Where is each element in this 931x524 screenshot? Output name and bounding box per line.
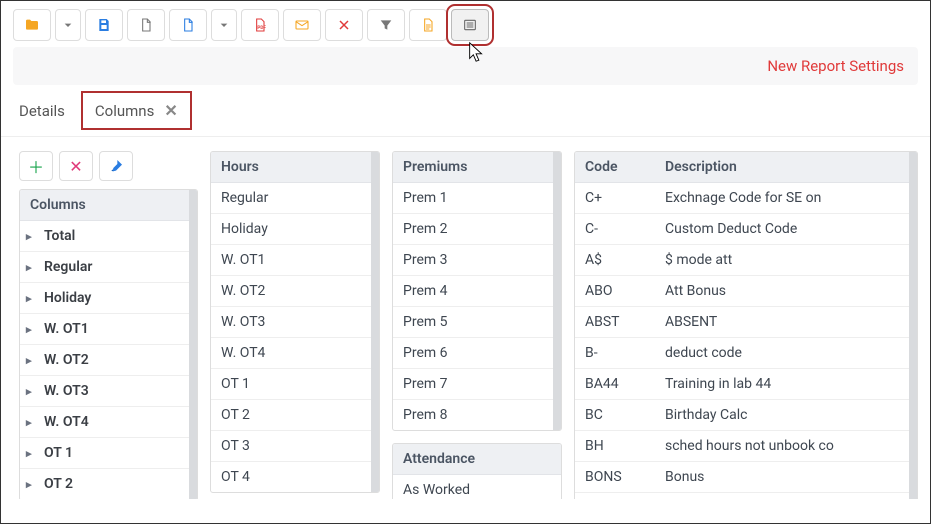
svg-text:PDF: PDF [257, 25, 266, 31]
list-view-button[interactable] [451, 9, 489, 41]
save-button[interactable] [85, 9, 123, 41]
scrollbar[interactable] [189, 190, 197, 499]
hours-header: Hours [211, 152, 379, 183]
table-row[interactable]: B-deduct code [575, 338, 917, 369]
scrollbar[interactable] [909, 152, 917, 499]
tabs: Details Columns ✕ [1, 93, 930, 137]
scrollbar[interactable] [371, 152, 379, 492]
mail-button[interactable] [283, 9, 321, 41]
list-item[interactable]: W. OT3 [211, 307, 379, 338]
list-item[interactable]: Holiday [211, 214, 379, 245]
list-item[interactable]: W. OT1 [211, 245, 379, 276]
list-item[interactable]: Prem 8 [393, 400, 561, 430]
chevron-right-icon: ▸ [26, 447, 38, 460]
table-row[interactable]: BA44Training in lab 44 [575, 369, 917, 400]
list-item[interactable]: Regular [211, 183, 379, 214]
premiums-header: Premiums [393, 152, 561, 183]
chevron-right-icon: ▸ [26, 323, 38, 336]
chevron-right-icon: ▸ [26, 385, 38, 398]
table-row[interactable]: BCBirthday Calc [575, 400, 917, 431]
table-row[interactable]: CALICall In Min Hours General [575, 493, 917, 499]
list-item[interactable]: W. OT4 [211, 338, 379, 369]
add-button[interactable]: ＋ [19, 151, 53, 181]
attendance-panel: Attendance As Worked [392, 443, 562, 499]
table-row[interactable]: A$$ mode att [575, 245, 917, 276]
tree-item[interactable]: ▸Total [20, 221, 197, 252]
table-row[interactable]: ABSTABSENT [575, 307, 917, 338]
list-item[interactable]: OT 4 [211, 462, 379, 492]
table-row[interactable]: BHsched hours not unbook co [575, 431, 917, 462]
columns-tree-header: Columns [20, 190, 197, 221]
file-button[interactable] [127, 9, 165, 41]
tree-item[interactable]: ▸OT 2 [20, 469, 197, 499]
report-settings-banner[interactable]: New Report Settings [13, 47, 918, 85]
tab-columns-label: Columns [95, 102, 154, 120]
main-toolbar: PDF [1, 1, 930, 47]
folder-button[interactable] [13, 9, 51, 41]
list-item[interactable]: Prem 2 [393, 214, 561, 245]
clear-button[interactable] [325, 9, 363, 41]
tree-toolbar: ＋ ✕ [19, 151, 198, 181]
table-row[interactable]: C+Exchnage Code for SE on [575, 183, 917, 214]
list-item[interactable]: Prem 5 [393, 307, 561, 338]
columns-tree-panel: ＋ ✕ Columns ▸Total▸Regular▸Holiday▸W. OT… [13, 151, 198, 499]
doc-amber-button[interactable] [409, 9, 447, 41]
remove-button[interactable]: ✕ [59, 151, 93, 181]
chevron-right-icon: ▸ [26, 478, 38, 491]
codes-header: Code Description [575, 152, 917, 183]
hours-panel: Hours RegularHolidayW. OT1W. OT2W. OT3W.… [210, 151, 380, 493]
close-icon[interactable]: ✕ [164, 101, 177, 120]
list-item[interactable]: Prem 1 [393, 183, 561, 214]
chevron-right-icon: ▸ [26, 292, 38, 305]
tab-columns[interactable]: Columns ✕ [83, 93, 190, 128]
workarea: ＋ ✕ Columns ▸Total▸Regular▸Holiday▸W. OT… [1, 137, 930, 499]
chevron-right-icon: ▸ [26, 354, 38, 367]
tree-item[interactable]: ▸OT 1 [20, 438, 197, 469]
new-file-caret[interactable] [211, 9, 237, 41]
chevron-right-icon: ▸ [26, 230, 38, 243]
pdf-button[interactable]: PDF [241, 9, 279, 41]
list-item[interactable]: OT 2 [211, 400, 379, 431]
filter-button[interactable] [367, 9, 405, 41]
columns-tree: Columns ▸Total▸Regular▸Holiday▸W. OT1▸W.… [19, 189, 198, 499]
table-row[interactable]: ABOAtt Bonus [575, 276, 917, 307]
list-item[interactable]: OT 3 [211, 431, 379, 462]
table-row[interactable]: C-Custom Deduct Code [575, 214, 917, 245]
premiums-column: Premiums Prem 1Prem 2Prem 3Prem 4Prem 5P… [392, 151, 562, 499]
list-item[interactable]: Prem 6 [393, 338, 561, 369]
list-item[interactable]: As Worked [393, 475, 561, 499]
new-file-button[interactable] [169, 9, 207, 41]
tree-item[interactable]: ▸W. OT1 [20, 314, 197, 345]
premiums-panel: Premiums Prem 1Prem 2Prem 3Prem 4Prem 5P… [392, 151, 562, 431]
attendance-header: Attendance [393, 444, 561, 475]
tree-item[interactable]: ▸W. OT3 [20, 376, 197, 407]
tab-details[interactable]: Details [15, 94, 69, 128]
list-item[interactable]: Prem 7 [393, 369, 561, 400]
tree-item[interactable]: ▸W. OT2 [20, 345, 197, 376]
chevron-right-icon: ▸ [26, 261, 38, 274]
folder-caret[interactable] [55, 9, 81, 41]
list-item[interactable]: Prem 3 [393, 245, 561, 276]
tree-item[interactable]: ▸W. OT4 [20, 407, 197, 438]
scrollbar[interactable] [553, 152, 561, 430]
brush-button[interactable] [99, 151, 133, 181]
list-item[interactable]: W. OT2 [211, 276, 379, 307]
tree-item[interactable]: ▸Holiday [20, 283, 197, 314]
tree-item[interactable]: ▸Regular [20, 252, 197, 283]
list-item[interactable]: Prem 4 [393, 276, 561, 307]
table-row[interactable]: BONSBonus [575, 462, 917, 493]
chevron-right-icon: ▸ [26, 416, 38, 429]
report-settings-label: New Report Settings [767, 57, 904, 75]
codes-panel: Code Description C+Exchnage Code for SE … [574, 151, 918, 499]
list-item[interactable]: OT 1 [211, 369, 379, 400]
